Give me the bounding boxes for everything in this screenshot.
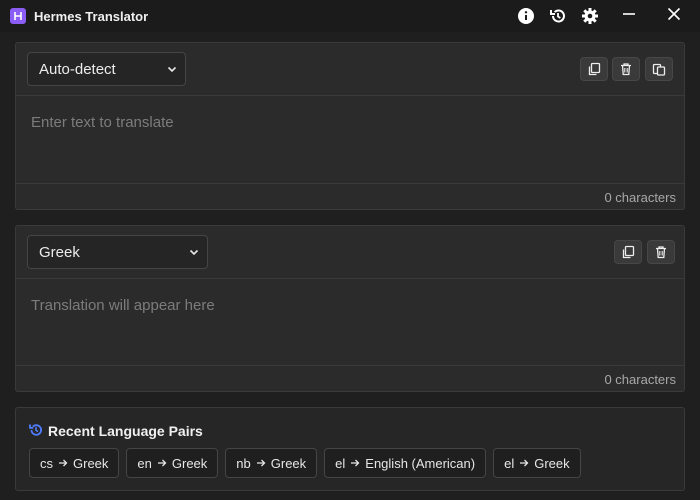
recent-pair-button[interactable]: nb Greek: [225, 448, 318, 478]
source-text-input[interactable]: Enter text to translate: [31, 114, 174, 131]
copy-translation-button[interactable]: [614, 240, 642, 264]
copy-icon: [588, 62, 601, 76]
source-language-select[interactable]: Auto-detect: [27, 52, 186, 86]
pair-from: el: [504, 455, 515, 471]
recent-pair-button[interactable]: cs Greek: [29, 448, 120, 478]
close-icon: [667, 7, 681, 26]
pair-from: nb: [236, 455, 251, 471]
target-panel: Greek Translation will appear here 0 cha…: [15, 225, 685, 392]
info-icon[interactable]: [516, 6, 536, 26]
target-language-value: Greek: [39, 243, 80, 261]
minimize-button[interactable]: [619, 6, 639, 26]
clear-translation-button[interactable]: [647, 240, 675, 264]
arrow-right-icon: [350, 458, 360, 468]
paste-button[interactable]: [645, 57, 673, 81]
pair-from: en: [137, 455, 152, 471]
pair-to: Greek: [171, 455, 208, 471]
pair-to: Greek: [534, 455, 570, 471]
paste-icon: [652, 63, 666, 76]
chevron-down-icon: [167, 66, 177, 73]
pair-to: Greek: [270, 455, 307, 471]
history-icon: [29, 424, 42, 436]
recent-pair-button[interactable]: el English (American): [324, 448, 487, 478]
arrow-right-icon: [519, 458, 529, 468]
pair-from: cs: [40, 455, 53, 471]
target-char-count: 0 characters: [604, 372, 676, 387]
clear-button[interactable]: [612, 57, 640, 81]
source-panel: Auto-detect Enter text to translate 0 ch…: [15, 42, 685, 210]
pair-to: Greek: [73, 455, 109, 471]
gear-icon[interactable]: [580, 6, 600, 26]
pair-to: English (American): [365, 455, 476, 471]
recent-pairs-list: cs Greek en Greek nb Greek el English (A…: [29, 448, 581, 478]
target-panel-footer: 0 characters: [16, 365, 684, 391]
recent-pair-button[interactable]: en Greek: [126, 448, 219, 478]
hermes-logo-icon: [10, 8, 26, 24]
copy-button[interactable]: [580, 57, 608, 81]
chevron-down-icon: [189, 249, 199, 256]
trash-icon: [621, 63, 631, 76]
target-language-select[interactable]: Greek: [27, 235, 208, 269]
recent-pair-button[interactable]: el Greek: [493, 448, 581, 478]
minimize-icon: [622, 7, 636, 26]
app-title: Hermes Translator: [34, 9, 149, 24]
source-language-value: Auto-detect: [39, 60, 116, 78]
source-panel-header: Auto-detect: [16, 43, 684, 96]
history-icon[interactable]: [548, 6, 568, 26]
source-panel-footer: 0 characters: [16, 183, 684, 209]
arrow-right-icon: [256, 458, 266, 468]
arrow-right-icon: [58, 458, 68, 468]
translation-output: Translation will appear here: [31, 297, 215, 314]
recent-language-pairs: Recent Language Pairs cs Greek en Greek …: [15, 407, 685, 491]
close-button[interactable]: [664, 6, 684, 26]
recent-pairs-title: Recent Language Pairs: [48, 423, 203, 439]
arrow-right-icon: [157, 458, 167, 468]
copy-icon: [622, 245, 635, 259]
title-bar: Hermes Translator: [0, 0, 700, 32]
source-char-count: 0 characters: [604, 190, 676, 205]
pair-from: el: [335, 455, 346, 471]
target-panel-header: Greek: [16, 226, 684, 279]
trash-icon: [656, 246, 666, 259]
